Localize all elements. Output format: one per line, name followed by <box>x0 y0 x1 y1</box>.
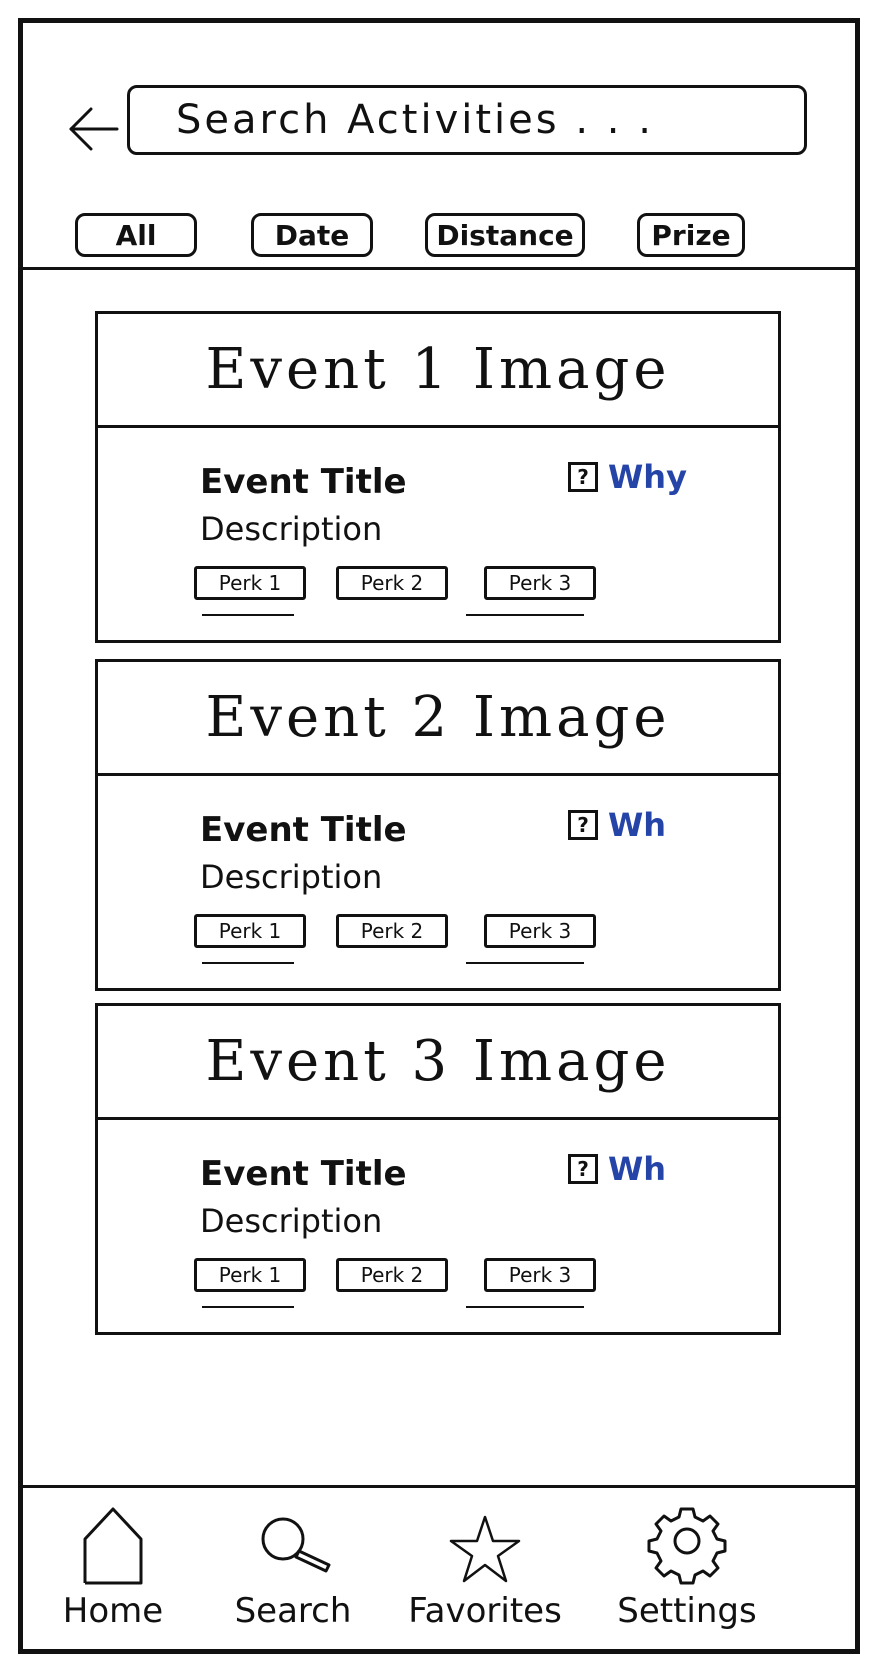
perk-underline <box>202 614 294 616</box>
event-card[interactable]: Event 2 Image Event Title Description ? … <box>95 659 781 991</box>
event-title: Event Title <box>200 810 407 850</box>
perk-underline <box>466 1306 584 1308</box>
question-icon: ? <box>568 1154 598 1184</box>
search-input[interactable]: Search Activities . . . <box>127 85 807 155</box>
perk-badge: Perk 2 <box>336 1258 448 1292</box>
event-card-body: Event Title Description ? Wh Perk 1 Perk… <box>98 776 778 988</box>
perk-badge: Perk 2 <box>336 566 448 600</box>
filter-date-chip[interactable]: Date <box>251 213 373 257</box>
perk-badge: Perk 1 <box>194 914 306 948</box>
why-link[interactable]: ? Wh <box>568 806 666 844</box>
event-card[interactable]: Event 3 Image Event Title Description ? … <box>95 1003 781 1335</box>
why-label: Wh <box>608 806 667 844</box>
nav-divider <box>23 1485 855 1488</box>
nav-settings-label: Settings <box>617 1591 757 1631</box>
nav-search[interactable]: Search <box>203 1503 383 1643</box>
why-label: Why <box>608 458 687 496</box>
perk-underline <box>202 962 294 964</box>
filter-distance-chip[interactable]: Distance <box>425 213 585 257</box>
perk-underline <box>466 962 584 964</box>
app-frame: Search Activities . . . All Date Distanc… <box>18 18 860 1654</box>
question-icon: ? <box>568 810 598 840</box>
event-card-body: Event Title Description ? Wh Perk 1 Perk… <box>98 1120 778 1332</box>
why-link[interactable]: ? Why <box>568 458 687 496</box>
question-icon: ? <box>568 462 598 492</box>
event-title: Event Title <box>200 1154 407 1194</box>
event-description: Description <box>200 858 383 896</box>
event-image-placeholder: Event 3 Image <box>98 1006 778 1120</box>
filter-all-chip[interactable]: All <box>75 213 197 257</box>
perk-badge: Perk 2 <box>336 914 448 948</box>
nav-favorites-label: Favorites <box>408 1591 562 1631</box>
nav-search-label: Search <box>234 1591 352 1631</box>
nav-favorites[interactable]: Favorites <box>395 1503 575 1643</box>
perk-underline <box>202 1306 294 1308</box>
home-icon <box>83 1507 143 1585</box>
back-button[interactable] <box>65 101 121 157</box>
why-label: Wh <box>608 1150 667 1188</box>
event-card-body: Event Title Description ? Why Perk 1 Per… <box>98 428 778 640</box>
perk-badge: Perk 1 <box>194 1258 306 1292</box>
star-icon <box>449 1515 521 1583</box>
filter-bar: All Date Distance Prize <box>23 213 855 273</box>
event-card[interactable]: Event 1 Image Event Title Description ? … <box>95 311 781 643</box>
search-icon <box>261 1517 331 1573</box>
arrow-left-icon <box>69 107 119 151</box>
gear-icon <box>647 1507 727 1585</box>
perk-badge: Perk 3 <box>484 1258 596 1292</box>
perk-badge: Perk 3 <box>484 566 596 600</box>
event-image-placeholder: Event 2 Image <box>98 662 778 776</box>
nav-home-label: Home <box>62 1591 164 1631</box>
why-link[interactable]: ? Wh <box>568 1150 666 1188</box>
event-description: Description <box>200 1202 383 1240</box>
filter-prize-chip[interactable]: Prize <box>637 213 745 257</box>
event-title: Event Title <box>200 462 407 502</box>
header-divider <box>23 267 855 270</box>
perk-badge: Perk 1 <box>194 566 306 600</box>
event-description: Description <box>200 510 383 548</box>
nav-home[interactable]: Home <box>23 1503 203 1643</box>
event-image-placeholder: Event 1 Image <box>98 314 778 428</box>
perk-badge: Perk 3 <box>484 914 596 948</box>
perk-underline <box>466 614 584 616</box>
nav-settings[interactable]: Settings <box>597 1503 777 1643</box>
